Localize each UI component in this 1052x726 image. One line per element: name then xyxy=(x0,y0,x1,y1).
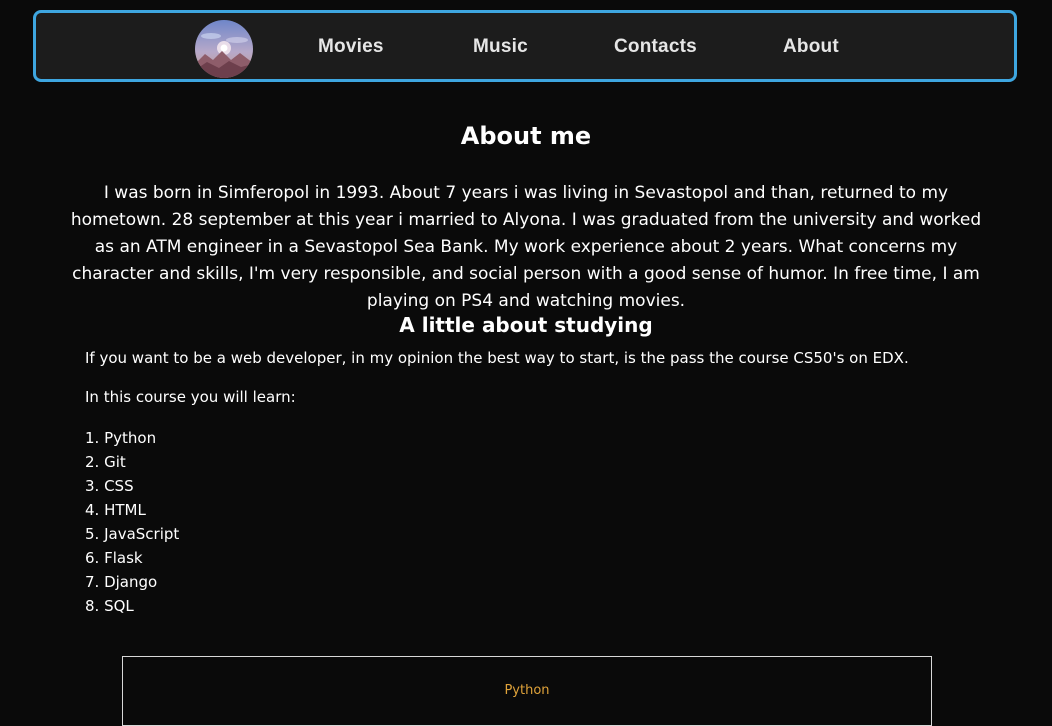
list-item: 1. Python xyxy=(85,429,157,447)
study-learn-label: In this course you will learn: xyxy=(85,388,296,406)
navbar: Movies Music Contacts About xyxy=(33,10,1017,82)
study-heading: A little about studying xyxy=(399,313,653,337)
nav-link-contacts[interactable]: Contacts xyxy=(614,36,697,58)
list-item: 2. Git xyxy=(85,453,126,471)
list-item: 6. Flask xyxy=(85,549,143,567)
list-item: 5. JavaScript xyxy=(85,525,180,543)
list-item: 3. CSS xyxy=(85,477,134,495)
list-item: 8. SQL xyxy=(85,597,134,615)
about-paragraph: I was born in Simferopol in 1993. About … xyxy=(70,183,982,311)
nav-link-movies[interactable]: Movies xyxy=(318,36,384,58)
python-info-box: Python xyxy=(122,656,932,726)
nav-link-about[interactable]: About xyxy=(783,36,839,58)
list-item: 4. HTML xyxy=(85,501,146,519)
list-item: 7. Django xyxy=(85,573,158,591)
box-title: Python xyxy=(504,683,550,698)
about-heading: About me xyxy=(460,122,592,150)
study-intro: If you want to be a web developer, in my… xyxy=(85,349,909,367)
mountain-sun-logo-icon[interactable] xyxy=(195,20,253,78)
nav-link-music[interactable]: Music xyxy=(473,36,528,58)
course-topic-list: 1. Python 2. Git 3. CSS 4. HTML 5. JavaS… xyxy=(85,426,179,618)
